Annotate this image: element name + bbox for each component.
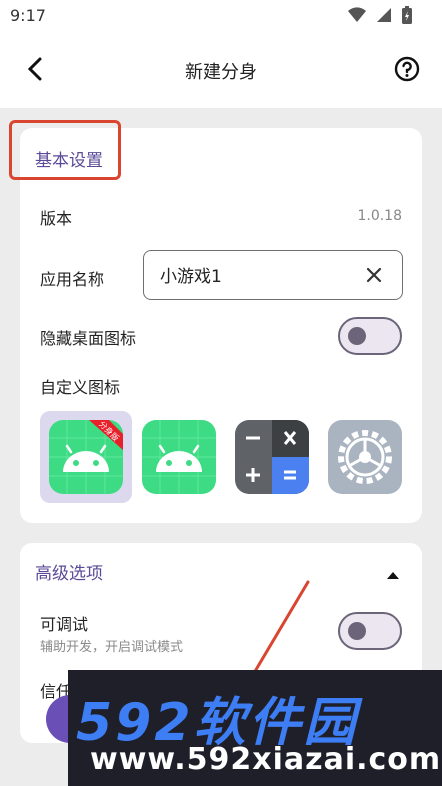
watermark-site: www.592xiazai.com — [90, 742, 442, 777]
watermark-banner: 592软件园 www.592xiazai.com — [68, 670, 442, 786]
annotation-arrow — [236, 580, 310, 702]
